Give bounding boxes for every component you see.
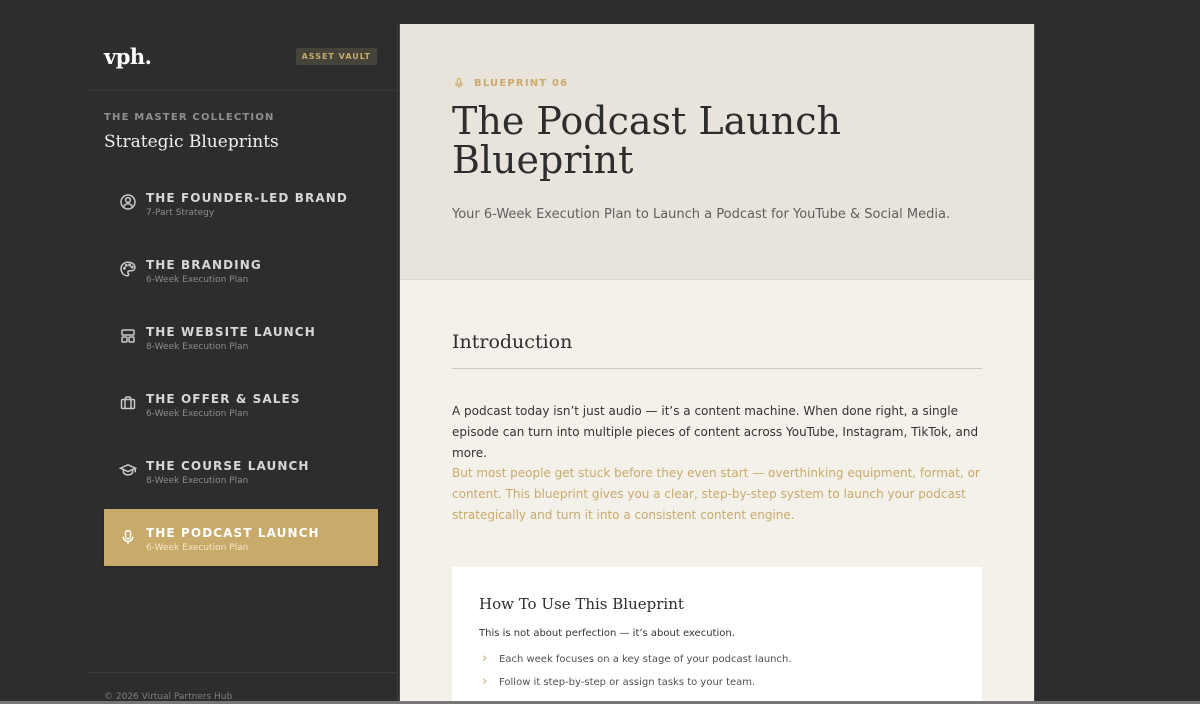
sidebar-item-subtitle: 6-Week Execution Plan bbox=[146, 543, 249, 553]
sidebar-item-title: THE WEBSITE LAUNCH bbox=[146, 325, 316, 339]
sidebar-item-course-launch[interactable]: THE COURSE LAUNCH 8-Week Execution Plan bbox=[104, 442, 378, 499]
sidebar-item-title: THE COURSE LAUNCH bbox=[146, 459, 310, 473]
microphone-icon bbox=[452, 76, 466, 90]
sidebar: vph. ASSET VAULT THE MASTER COLLECTION S… bbox=[86, 24, 398, 704]
blueprint-eyebrow: BLUEPRINT 06 bbox=[474, 78, 569, 89]
sidebar-item-subtitle: 6-Week Execution Plan bbox=[146, 409, 249, 419]
list-item: › Each week focuses on a key stage of yo… bbox=[479, 651, 949, 676]
list-item-text: Each week focuses on a key stage of your… bbox=[499, 654, 792, 665]
user-circle-icon bbox=[118, 192, 138, 212]
list-item: › Follow it step-by-step or assign tasks… bbox=[479, 674, 949, 699]
sidebar-item-subtitle: 8-Week Execution Plan bbox=[146, 476, 249, 486]
how-to-use-card: How To Use This Blueprint This is not ab… bbox=[452, 567, 982, 704]
sidebar-item-subtitle: 7-Part Strategy bbox=[146, 208, 215, 218]
blueprint-nav: THE FOUNDER-LED BRAND 7-Part Strategy TH… bbox=[104, 174, 378, 576]
sidebar-item-offer-sales[interactable]: THE OFFER & SALES 6-Week Execution Plan bbox=[104, 375, 378, 432]
layout-icon bbox=[118, 326, 138, 346]
introduction-divider bbox=[452, 368, 982, 369]
graduation-cap-icon bbox=[118, 460, 138, 480]
sidebar-item-subtitle: 8-Week Execution Plan bbox=[146, 342, 249, 352]
palette-icon bbox=[118, 259, 138, 279]
sidebar-item-title: THE OFFER & SALES bbox=[146, 392, 301, 406]
sidebar-item-podcast-launch[interactable]: THE PODCAST LAUNCH 6-Week Execution Plan bbox=[104, 509, 378, 566]
list-item-text: Follow it step-by-step or assign tasks t… bbox=[499, 677, 756, 688]
introduction-paragraph: A podcast today isn’t just audio — it’s … bbox=[452, 404, 979, 460]
blueprint-hero: BLUEPRINT 06 The Podcast Launch Blueprin… bbox=[400, 24, 1034, 280]
how-to-use-list: › Each week focuses on a key stage of yo… bbox=[479, 651, 949, 699]
highlighted-introduction-paragraph: But most people get stuck before they ev… bbox=[452, 466, 980, 522]
sidebar-item-subtitle: 6-Week Execution Plan bbox=[146, 275, 249, 285]
sidebar-header: vph. ASSET VAULT bbox=[86, 24, 397, 91]
introduction-heading: Introduction bbox=[452, 331, 573, 353]
chevron-right-icon: › bbox=[482, 651, 488, 666]
main-content: BLUEPRINT 06 The Podcast Launch Blueprin… bbox=[399, 24, 1035, 704]
microphone-icon bbox=[118, 527, 138, 547]
collection-title: Strategic Blueprints bbox=[104, 132, 279, 152]
how-to-use-lead: This is not about perfection — it’s abou… bbox=[479, 628, 735, 639]
sidebar-item-title: THE BRANDING bbox=[146, 258, 262, 272]
how-to-use-title: How To Use This Blueprint bbox=[479, 595, 684, 613]
sidebar-footer-divider bbox=[86, 672, 398, 673]
asset-vault-badge: ASSET VAULT bbox=[295, 48, 377, 65]
sidebar-item-branding[interactable]: THE BRANDING 6-Week Execution Plan bbox=[104, 241, 378, 298]
page-title: The Podcast Launch Blueprint bbox=[452, 99, 841, 182]
sidebar-item-website-launch[interactable]: THE WEBSITE LAUNCH 8-Week Execution Plan bbox=[104, 308, 378, 365]
sidebar-item-founder-led-brand[interactable]: THE FOUNDER-LED BRAND 7-Part Strategy bbox=[104, 174, 378, 231]
brand-logo[interactable]: vph. bbox=[104, 44, 152, 69]
sidebar-item-title: THE FOUNDER-LED BRAND bbox=[146, 191, 348, 205]
briefcase-icon bbox=[118, 393, 138, 413]
collection-eyebrow: THE MASTER COLLECTION bbox=[104, 112, 275, 123]
sidebar-item-title: THE PODCAST LAUNCH bbox=[146, 526, 320, 540]
chevron-right-icon: › bbox=[482, 674, 488, 689]
page-subtitle: Your 6-Week Execution Plan to Launch a P… bbox=[452, 207, 951, 222]
